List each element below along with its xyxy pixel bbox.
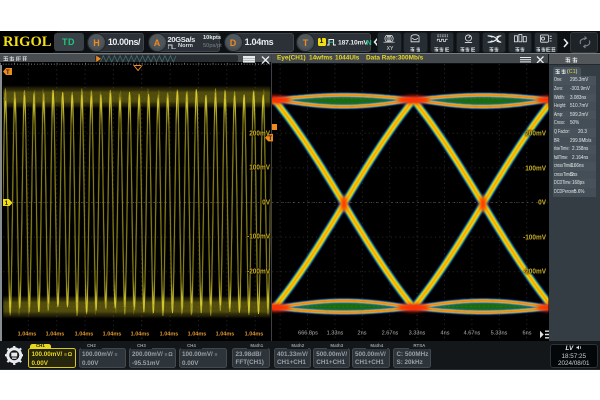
svg-text:1: 1	[4, 200, 8, 206]
